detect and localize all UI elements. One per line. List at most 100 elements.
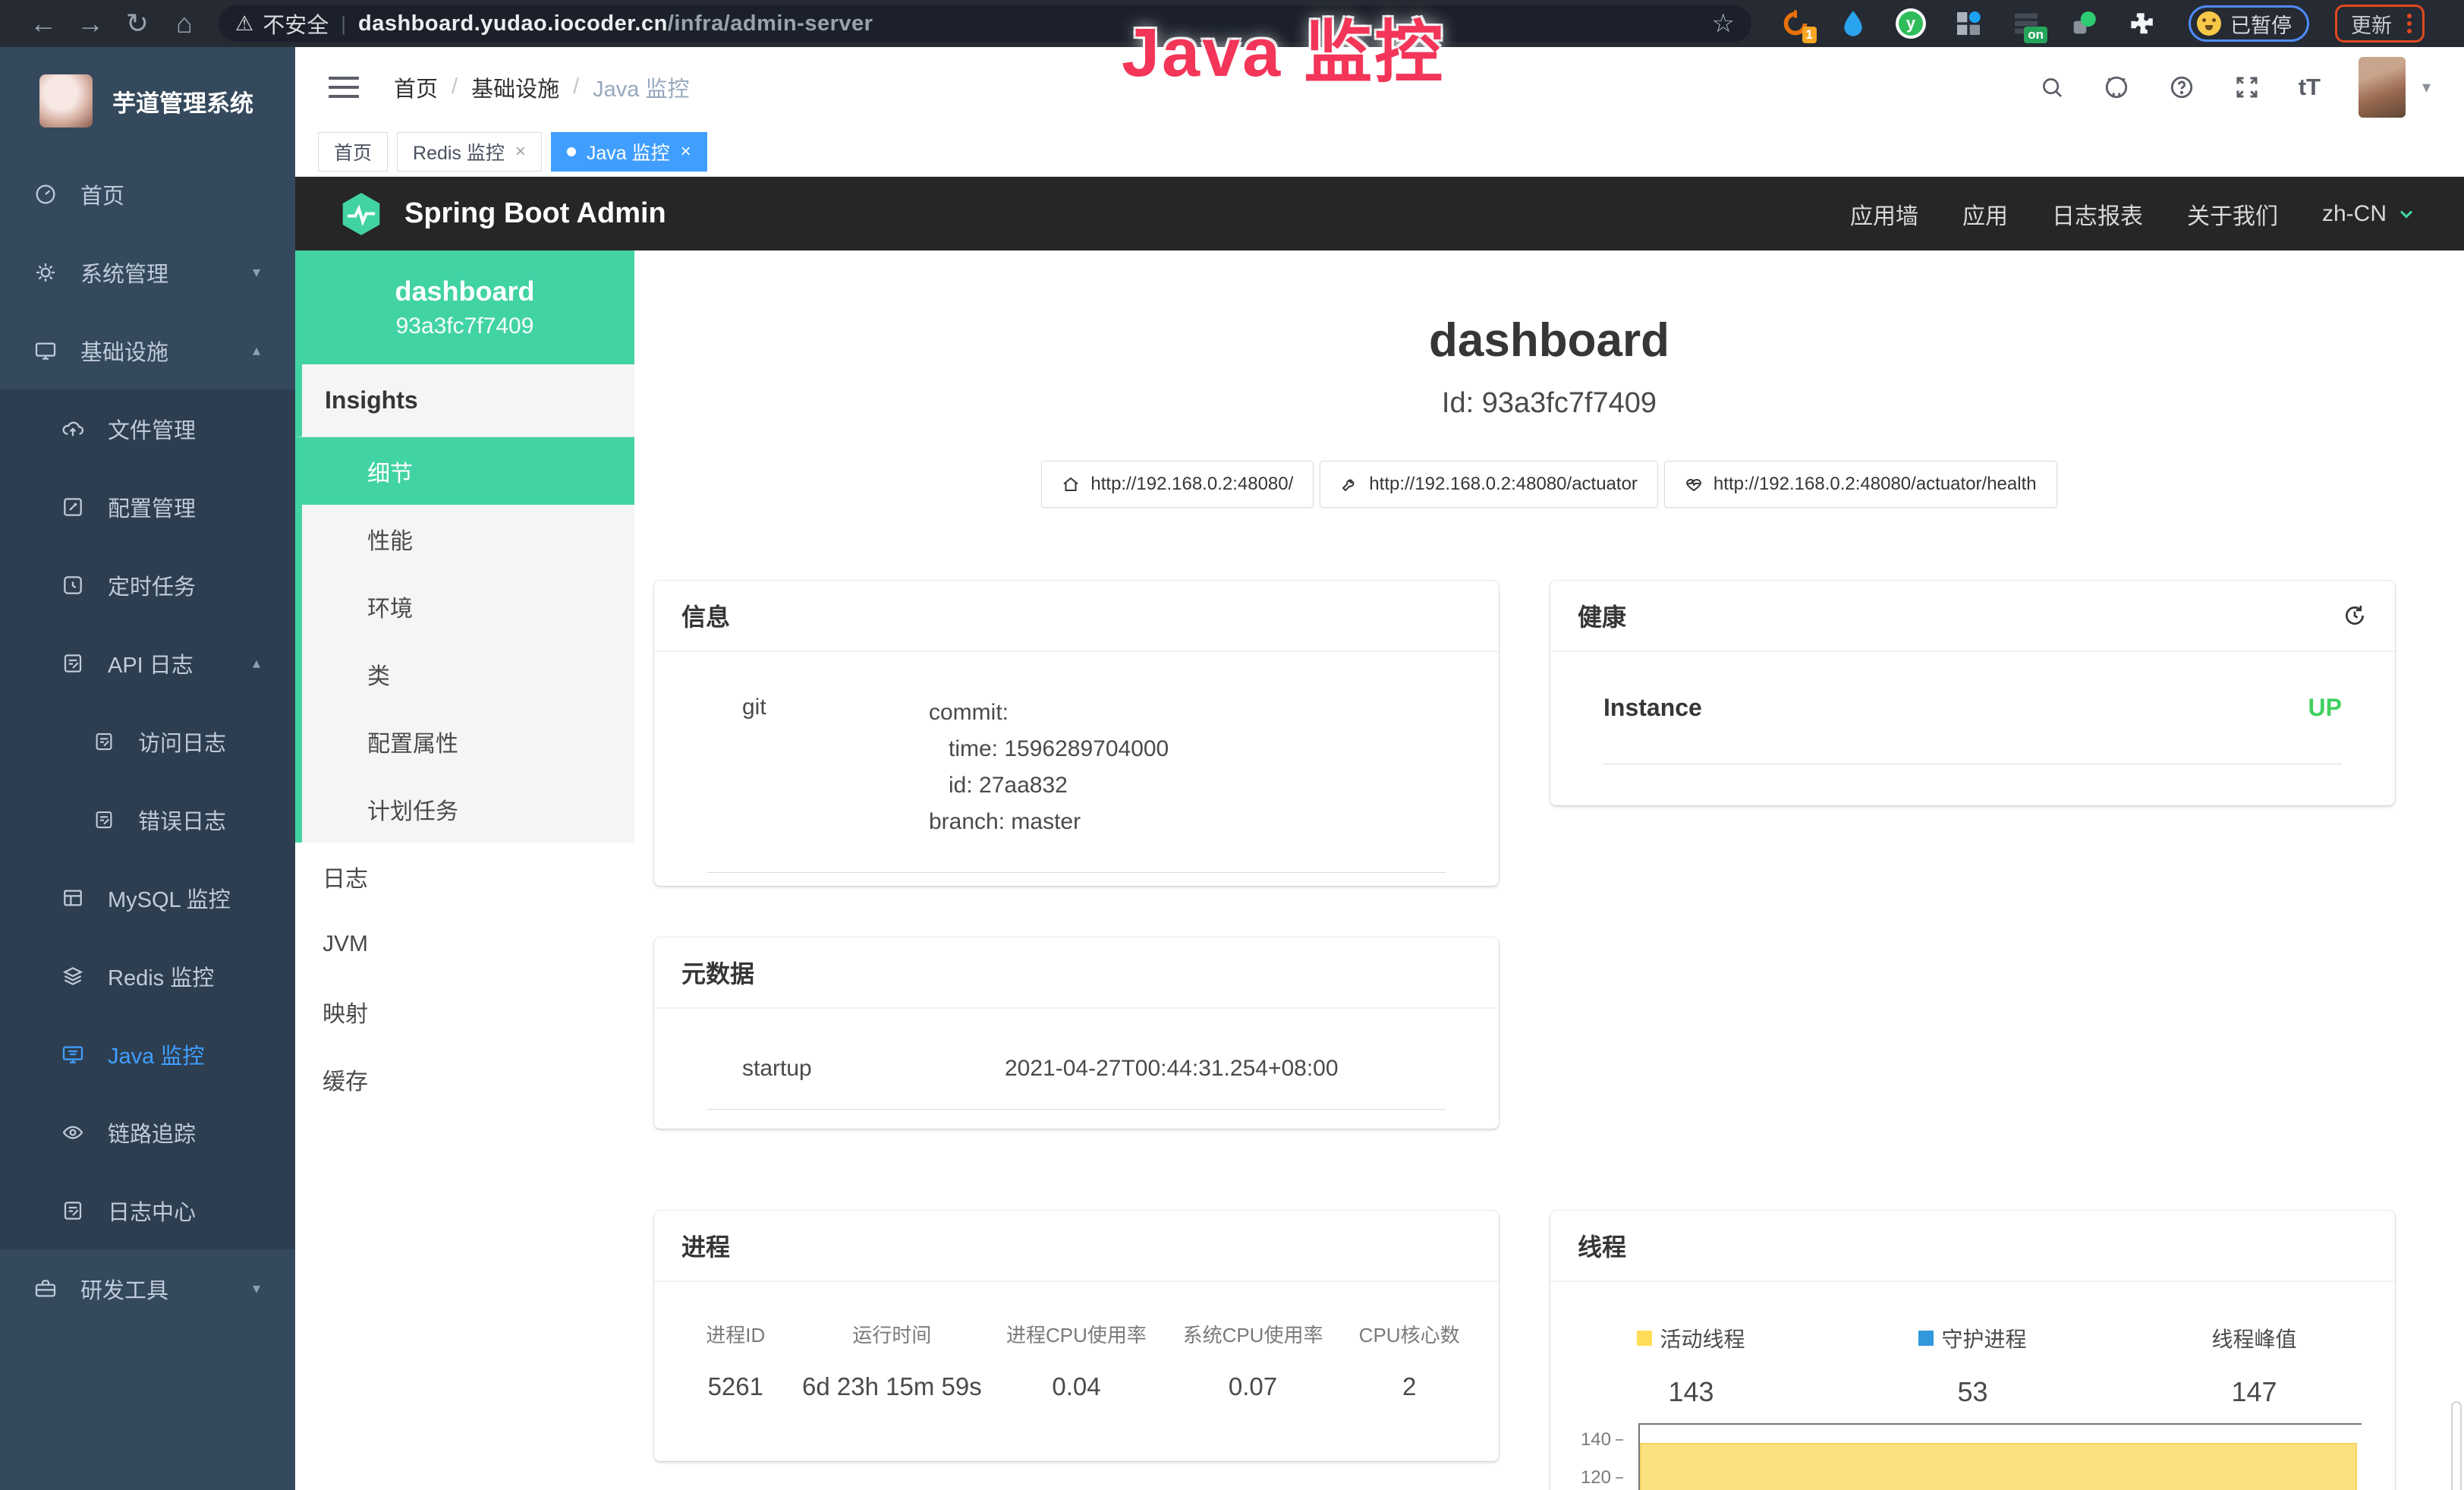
paused-label: 已暂停 [2230,9,2292,39]
sba-nav-wallboard[interactable]: 应用墙 [1850,197,1918,231]
sidebar-item-tracing[interactable]: 链路追踪 [0,1093,295,1171]
info-card-header: 信息 [654,581,1499,652]
history-icon[interactable] [2342,603,2368,628]
process-pid: 5261 [675,1372,796,1401]
security-label[interactable]: 不安全 [263,8,329,39]
menu-item-environment[interactable]: 环境 [295,572,634,640]
sidebar-item-home[interactable]: 首页 [0,155,295,233]
user-avatar[interactable] [2359,57,2406,118]
history-icon [61,573,85,597]
menu-item-caches[interactable]: 缓存 [295,1045,634,1113]
breadcrumb-item-home[interactable]: 首页 [394,71,438,103]
health-row-instance: Instance UP [1603,652,2342,764]
sidebar-item-redis-monitor[interactable]: Redis 监控 [0,937,295,1015]
app-logo-row[interactable]: 芋道管理系统 [0,47,295,155]
grid-extension-icon[interactable] [1953,8,1984,39]
reload-icon[interactable]: ↻ [114,0,161,47]
breadcrumb-item-current: Java 监控 [593,71,689,103]
leaf-extension-icon[interactable] [2069,8,2099,39]
colorzilla-extension-icon[interactable]: 1 [1780,8,1811,39]
menu-item-logs[interactable]: 日志 [295,843,634,910]
menu-item-config-props[interactable]: 配置属性 [295,707,634,775]
process-col-header: CPU核心数 [1341,1320,1477,1348]
sidebar-item-config-management[interactable]: 配置管理 [0,468,295,546]
reader-extension-icon[interactable]: on [2011,8,2041,39]
tab-redis-monitor[interactable]: Redis 监控 × [397,132,542,172]
font-size-icon[interactable]: tT [2299,74,2321,101]
puzzle-extensions-menu-icon[interactable] [2126,8,2157,39]
sidebar-item-mysql-monitor[interactable]: MySQL 监控 [0,858,295,937]
y-circle-extension-icon[interactable]: y [1896,8,1926,39]
menu-item-details[interactable]: 细节 [295,437,634,505]
sidebar-item-system[interactable]: 系统管理 ▾ [0,233,295,311]
health-url-button[interactable]: http://192.168.0.2:48080/actuator/health [1664,461,2057,508]
sidebar-item-log-center[interactable]: 日志中心 [0,1171,295,1249]
help-icon[interactable] [2168,74,2195,101]
sba-brand: Spring Boot Admin [404,197,666,230]
sidebar-item-scheduled-jobs[interactable]: 定时任务 [0,546,295,624]
service-url-button[interactable]: http://192.168.0.2:48080/ [1041,461,1314,508]
card-title: 健康 [1578,598,1626,633]
process-card-header: 进程 [654,1211,1499,1282]
sba-nav-applications[interactable]: 应用 [1962,197,2008,231]
breadcrumb-item-infrastructure[interactable]: 基础设施 [471,71,559,103]
sba-nav-about[interactable]: 关于我们 [2187,197,2278,231]
sidebar-item-label: 错误日志 [138,804,226,836]
sidebar-item-label: 基础设施 [80,335,168,367]
home-icon[interactable]: ⌂ [161,0,208,47]
log-icon [93,808,115,831]
database-icon [61,886,85,910]
forward-icon[interactable]: → [67,0,114,47]
bookmark-star-icon[interactable]: ☆ [1712,8,1735,39]
legend-value: 53 [1832,1376,2113,1408]
sidebar-item-label: 系统管理 [80,257,168,288]
metadata-key: startup [742,1056,1005,1082]
page-instance-id: Id: 93a3fc7f7409 [634,387,2464,420]
fullscreen-icon[interactable] [2233,74,2261,101]
update-button[interactable]: 更新 [2335,5,2425,43]
actuator-url-button[interactable]: http://192.168.0.2:48080/actuator [1320,461,1658,508]
sba-locale-select[interactable]: zh-CN [2322,201,2417,227]
menu-item-jvm[interactable]: JVM [295,910,634,978]
health-card-header: 健康 [1550,581,2395,652]
tab-java-monitor[interactable]: Java 监控 × [551,132,707,172]
menu-item-classes[interactable]: 类 [295,640,634,707]
tab-close-icon[interactable]: × [681,141,691,162]
avatar-caret-icon[interactable]: ▾ [2422,77,2431,97]
sidebar-item-error-logs[interactable]: 错误日志 [0,780,295,858]
instance-header[interactable]: dashboard 93a3fc7f7409 [295,250,634,364]
extension-badge: on [2024,27,2047,43]
sidebar-item-infrastructure[interactable]: 基础设施 ▴ [0,311,295,389]
row-divider [707,872,1446,873]
page-title: dashboard [634,317,2464,364]
menu-item-mappings[interactable]: 映射 [295,978,634,1045]
tab-home[interactable]: 首页 [318,132,388,172]
sidebar-item-java-monitor[interactable]: Java 监控 [0,1015,295,1093]
tab-label: 首页 [334,138,372,165]
toolbox-icon [33,1277,58,1301]
github-icon[interactable] [2103,74,2130,101]
sba-nav-journal[interactable]: 日志报表 [2052,197,2143,231]
menu-item-scheduled-tasks[interactable]: 计划任务 [295,775,634,843]
wrench-icon [1340,475,1358,493]
address-bar[interactable]: ⚠ 不安全 | dashboard.yudao.iocoder.cn /infr… [219,5,1751,42]
sidebar-item-dev-tools[interactable]: 研发工具 ▾ [0,1249,295,1328]
back-icon[interactable]: ← [20,0,67,47]
sidebar-toggle-icon[interactable] [329,77,359,98]
legend-value: 147 [2113,1376,2395,1408]
pin-extension-icon[interactable] [1838,8,1868,39]
sidebar-item-api-logs[interactable]: API 日志 ▴ [0,624,295,702]
health-instance-label: Instance [1603,694,1702,722]
page-scrollbar-thumb[interactable] [2451,1401,2462,1490]
browser-menu-icon[interactable] [2407,14,2412,33]
security-warning-icon[interactable]: ⚠ [235,12,253,36]
search-icon[interactable] [2039,74,2065,100]
tab-close-icon[interactable]: × [515,141,526,162]
process-col-header: 进程CPU使用率 [988,1320,1165,1348]
sba-navbar: Spring Boot Admin 应用墙 应用 日志报表 关于我们 zh-CN [295,177,2464,250]
sidebar-item-file-management[interactable]: 文件管理 [0,389,295,468]
paused-profile-chip[interactable]: 已暂停 [2189,5,2309,42]
menu-item-metrics[interactable]: 性能 [295,505,634,572]
breadcrumb: 首页 / 基础设施 / Java 监控 [394,71,689,103]
sidebar-item-access-logs[interactable]: 访问日志 [0,702,295,780]
